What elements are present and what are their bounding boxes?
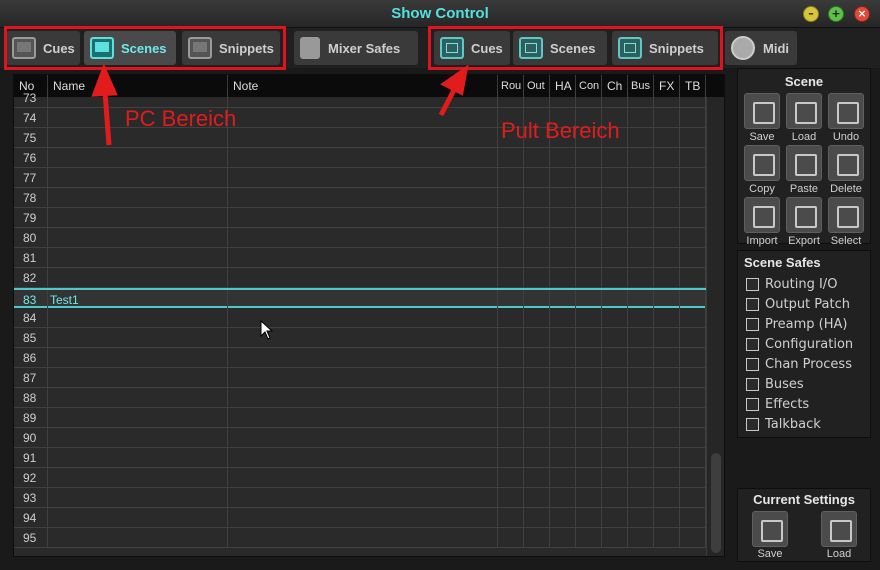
- current-save-label: Save: [757, 548, 783, 560]
- mouse-cursor-icon: [260, 320, 274, 340]
- pc-area-label: PC Bereich: [125, 106, 237, 131]
- pc-arrow: [102, 91, 112, 146]
- scene-button-label: Save: [749, 131, 775, 143]
- scene-panel: Scene Save Load Undo Copy Paste Delete Import E…: [737, 68, 871, 247]
- scene-undo-button[interactable]: [828, 93, 864, 129]
- scene-button-label: Select: [830, 235, 862, 247]
- scene-delete-button[interactable]: [828, 145, 864, 181]
- safe-checkbox[interactable]: Output Patch: [746, 295, 866, 313]
- scene-button-label: Load: [791, 131, 817, 143]
- scene-import-button[interactable]: [744, 197, 780, 233]
- checkbox-label: Effects: [765, 396, 810, 412]
- safe-checkbox[interactable]: Buses: [746, 375, 866, 393]
- safe-checkbox[interactable]: Preamp (HA): [746, 315, 866, 333]
- scene-save-button[interactable]: [744, 93, 780, 129]
- safe-checkbox[interactable]: Routing I/O: [746, 275, 866, 293]
- checkbox-box[interactable]: [746, 337, 759, 351]
- checkbox-box[interactable]: [746, 377, 759, 391]
- checkbox-box[interactable]: [746, 297, 759, 311]
- scene-safes-title: Scene Safes: [744, 255, 821, 270]
- current-settings-panel: Current Settings Save Load: [737, 488, 871, 562]
- scene-copy-button[interactable]: [744, 145, 780, 181]
- current-load-button[interactable]: [821, 511, 857, 547]
- scene-select-button[interactable]: [828, 197, 864, 233]
- current-settings-title: Current Settings: [753, 492, 855, 507]
- checkbox-label: Preamp (HA): [765, 316, 848, 332]
- checkbox-box[interactable]: [746, 357, 759, 371]
- checkbox-box[interactable]: [746, 277, 759, 291]
- scene-panel-title: Scene: [784, 74, 824, 89]
- safe-checkbox[interactable]: Talkback: [746, 415, 866, 433]
- checkbox-box[interactable]: [746, 397, 759, 411]
- current-load-label: Load: [826, 548, 852, 560]
- pc-arrow-head: [91, 63, 118, 97]
- scene-load-button[interactable]: [786, 93, 822, 129]
- checkbox-box[interactable]: [746, 417, 759, 431]
- scene-button-label: Export: [788, 235, 820, 247]
- checkbox-label: Output Patch: [765, 296, 850, 312]
- checkbox-label: Talkback: [765, 416, 821, 432]
- checkbox-box[interactable]: [746, 317, 759, 331]
- scene-button-label: Copy: [749, 183, 775, 195]
- scene-safes-panel: Scene Safes Routing I/O Output Patch Pream…: [737, 250, 871, 438]
- scene-button-label: Paste: [789, 183, 819, 195]
- checkbox-label: Chan Process: [765, 356, 852, 372]
- pult-arrow: [438, 86, 458, 117]
- scene-export-button[interactable]: [786, 197, 822, 233]
- checkbox-label: Configuration: [765, 336, 854, 352]
- checkbox-label: Routing I/O: [765, 276, 838, 292]
- scene-button-label: Undo: [832, 131, 860, 143]
- scene-button-label: Import: [746, 235, 778, 247]
- safe-checkbox[interactable]: Configuration: [746, 335, 866, 353]
- console-area-label: Pult Bereich: [501, 118, 620, 143]
- safe-checkbox[interactable]: Effects: [746, 395, 866, 413]
- scene-paste-button[interactable]: [786, 145, 822, 181]
- current-save-button[interactable]: [752, 511, 788, 547]
- safe-checkbox[interactable]: Chan Process: [746, 355, 866, 373]
- pult-arrow-head: [440, 64, 469, 96]
- scene-button-label: Delete: [830, 183, 862, 195]
- checkbox-label: Buses: [765, 376, 804, 392]
